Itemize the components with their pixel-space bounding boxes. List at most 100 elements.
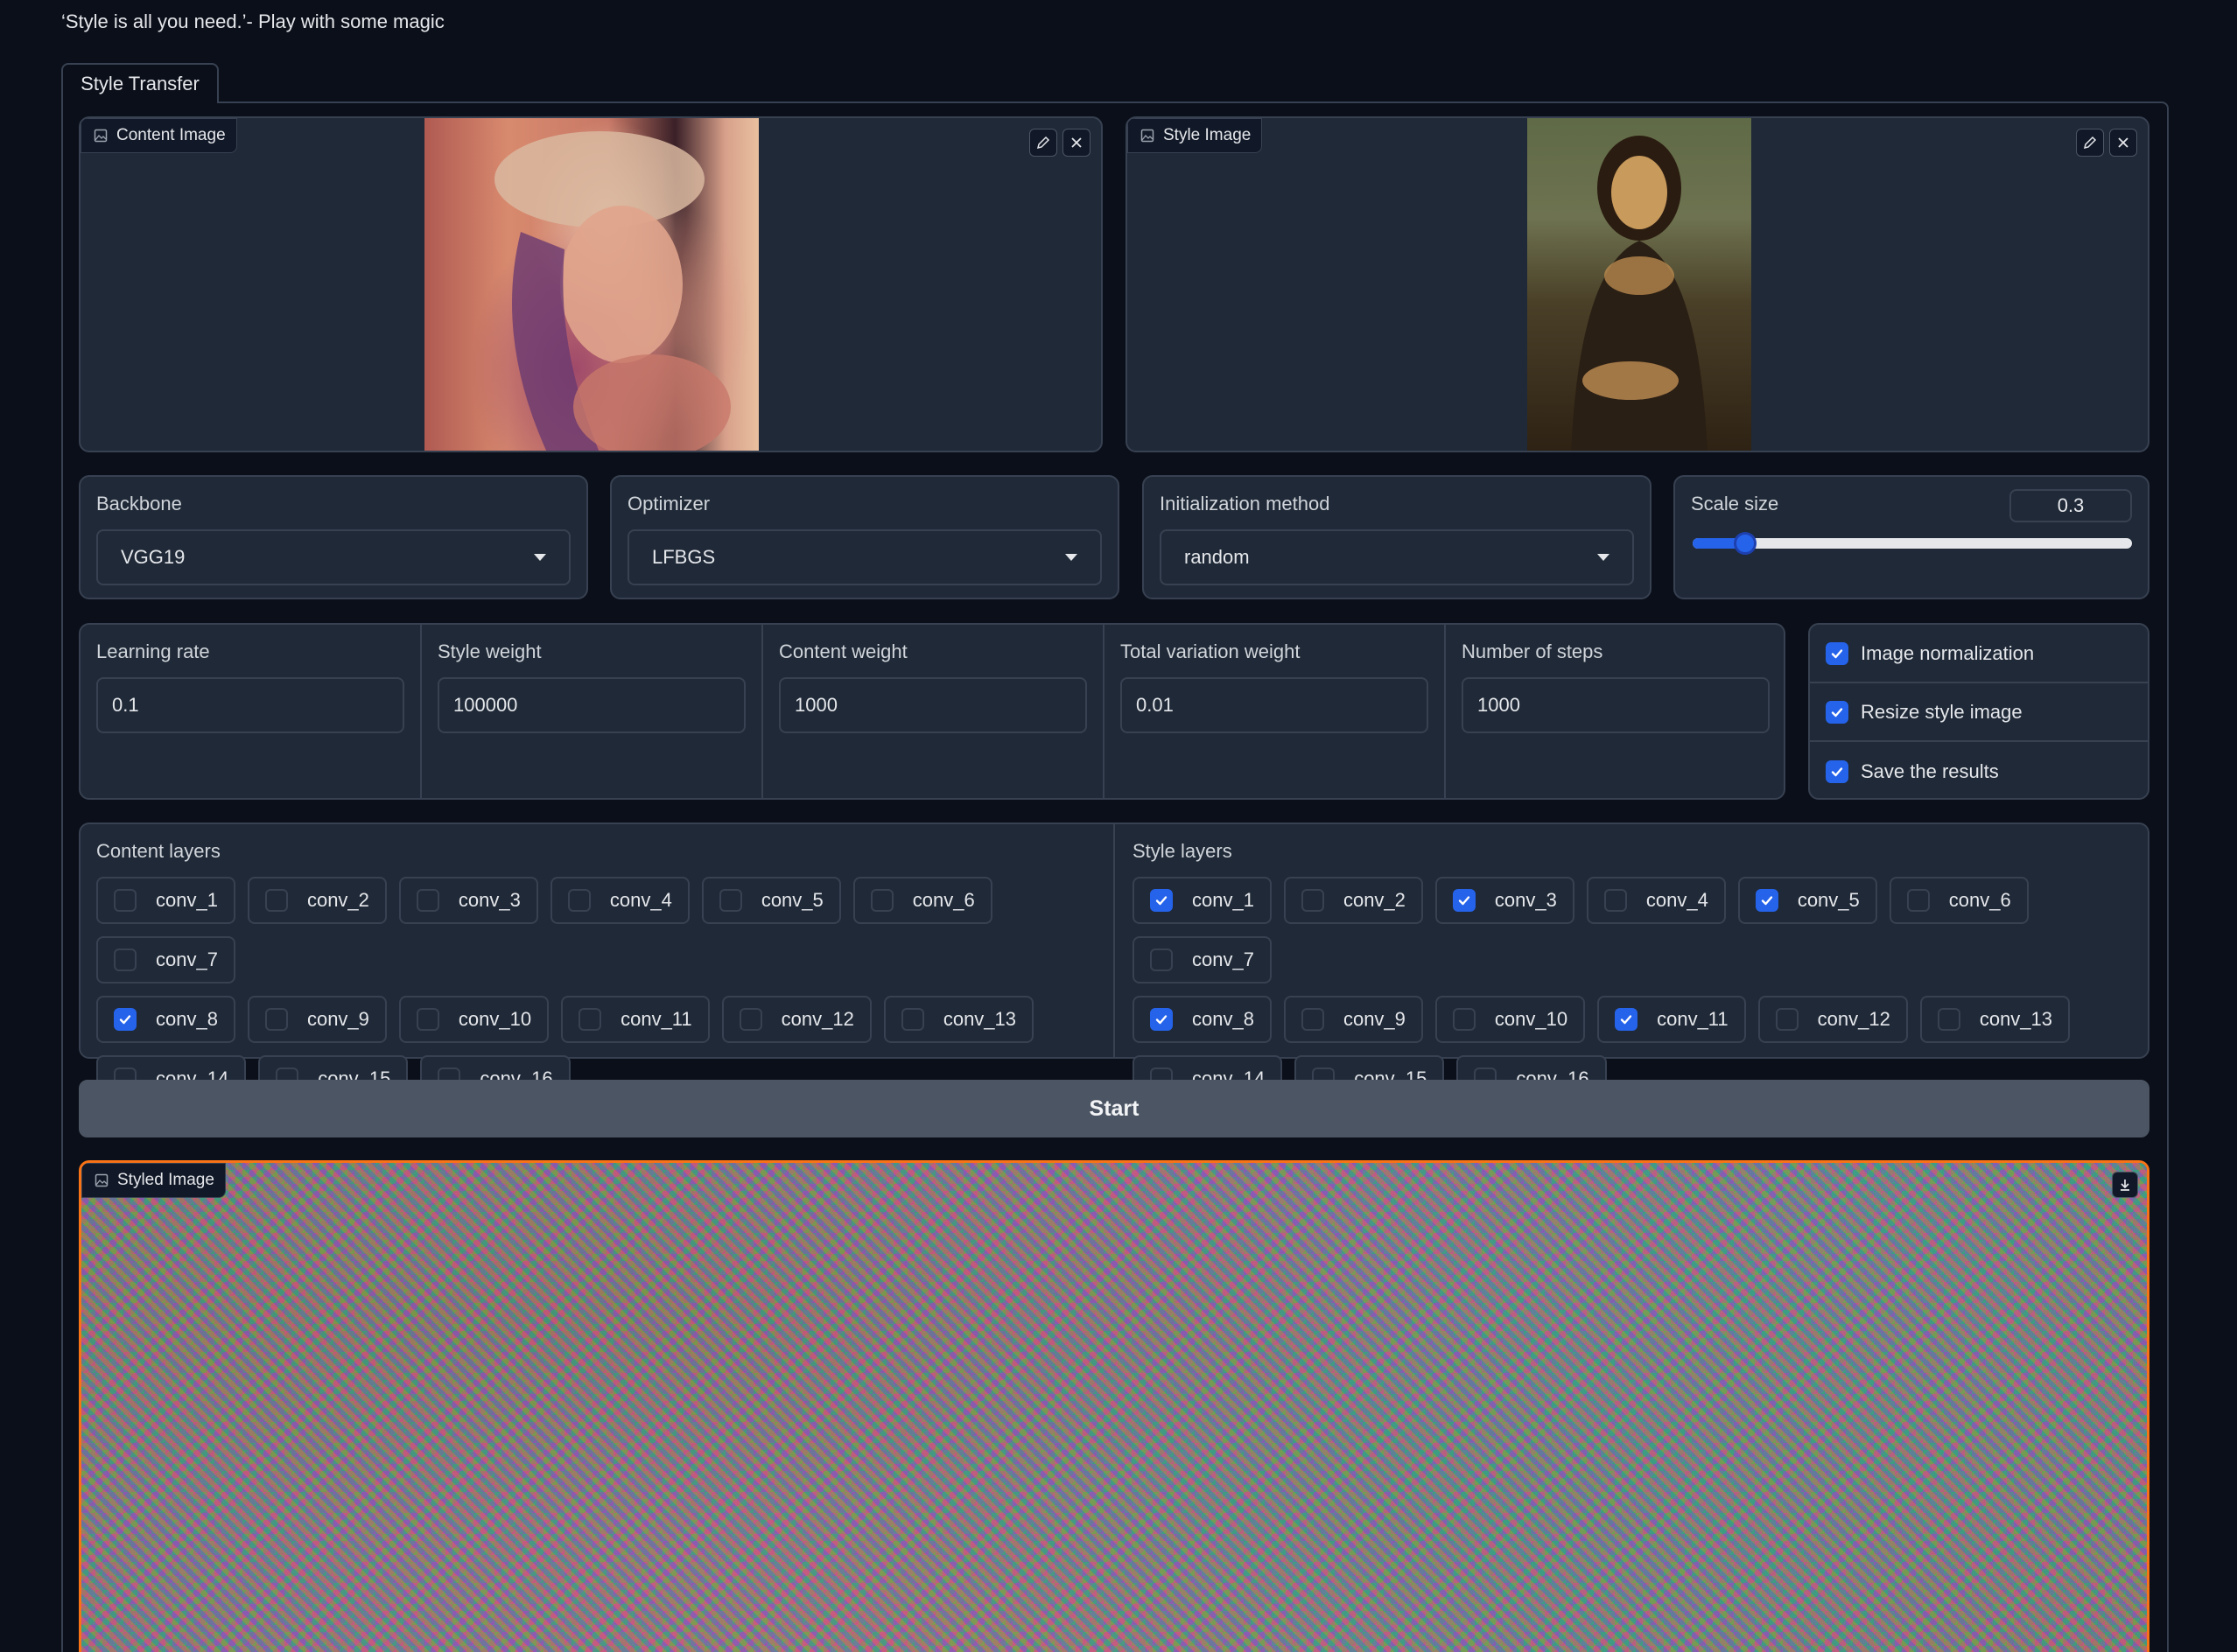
- checkbox[interactable]: [1150, 948, 1173, 971]
- checkbox[interactable]: [114, 889, 137, 912]
- checkbox[interactable]: [416, 889, 439, 912]
- content-weight-input[interactable]: 1000: [779, 677, 1087, 733]
- init-method-value: random: [1184, 546, 1250, 568]
- layer-label: conv_8: [156, 1008, 218, 1030]
- content-layer-conv-12[interactable]: conv_12: [721, 996, 872, 1043]
- close-icon: [2118, 137, 2128, 148]
- checkbox[interactable]: [1826, 760, 1848, 783]
- option-save-the-results[interactable]: Save the results: [1810, 742, 2148, 801]
- content-layer-conv-9[interactable]: conv_9: [247, 996, 387, 1043]
- checkbox[interactable]: [1301, 889, 1324, 912]
- checkbox[interactable]: [1826, 700, 1848, 724]
- backbone-value: VGG19: [121, 546, 186, 568]
- checkbox[interactable]: [1301, 1008, 1324, 1031]
- layer-label: conv_5: [761, 889, 824, 911]
- scale-size-slider-track[interactable]: [1693, 532, 2132, 555]
- scale-size-value: 0.3: [2057, 494, 2085, 516]
- option-image-normalization[interactable]: Image normalization: [1810, 625, 2148, 683]
- style-layer-conv-4[interactable]: conv_4: [1586, 877, 1726, 924]
- style-layer-conv-8[interactable]: conv_8: [1133, 996, 1272, 1043]
- layer-label: conv_7: [1192, 948, 1254, 970]
- style-layer-conv-1[interactable]: conv_1: [1133, 877, 1272, 924]
- content-layer-conv-2[interactable]: conv_2: [247, 877, 387, 924]
- checkbox[interactable]: [416, 1008, 439, 1031]
- checkbox[interactable]: [1150, 1008, 1173, 1031]
- style-layer-conv-6[interactable]: conv_6: [1889, 877, 2029, 924]
- layers-block: Content layers conv_1 conv_2 conv_3 conv_4 c…: [79, 822, 2149, 1102]
- content-layer-conv-3[interactable]: conv_3: [398, 877, 538, 924]
- style-layer-conv-9[interactable]: conv_9: [1283, 996, 1423, 1043]
- layer-label: conv_12: [1817, 1008, 1890, 1030]
- chevron-down-icon: [1065, 554, 1077, 561]
- style-layer-conv-7[interactable]: conv_7: [1133, 936, 1272, 984]
- style-layers-group: Style layers conv_1 conv_2 conv_3 conv_4 con…: [1117, 824, 2149, 1102]
- checkbox[interactable]: [1937, 1008, 1960, 1031]
- checkbox[interactable]: [567, 889, 591, 912]
- style-layer-conv-10[interactable]: conv_10: [1434, 996, 1586, 1043]
- scale-size-input[interactable]: 0.3: [2009, 489, 2132, 522]
- checkbox[interactable]: [1150, 889, 1173, 912]
- init-method-dropdown[interactable]: random: [1160, 529, 1634, 585]
- layer-label: conv_4: [1645, 889, 1708, 911]
- num-steps-input[interactable]: 1000: [1462, 677, 1770, 733]
- option-resize-style-image[interactable]: Resize style image: [1810, 683, 2148, 742]
- content-layer-conv-1[interactable]: conv_1: [96, 877, 235, 924]
- checkbox[interactable]: [264, 1008, 288, 1031]
- style-layer-conv-12[interactable]: conv_12: [1757, 996, 1908, 1043]
- content-layer-conv-4[interactable]: conv_4: [550, 877, 690, 924]
- style-layer-conv-2[interactable]: conv_2: [1283, 877, 1423, 924]
- edit-content-image-button[interactable]: [1029, 129, 1057, 157]
- tab-style-transfer[interactable]: Style Transfer: [61, 63, 219, 103]
- tv-weight-input[interactable]: 0.01: [1120, 677, 1428, 733]
- style-layer-conv-5[interactable]: conv_5: [1737, 877, 1877, 924]
- checkbox[interactable]: [1603, 889, 1627, 912]
- checkbox[interactable]: [114, 1008, 137, 1031]
- backbone-block: Backbone VGG19: [79, 475, 588, 599]
- edit-style-image-button[interactable]: [2076, 129, 2104, 157]
- style-layer-conv-13[interactable]: conv_13: [1919, 996, 2071, 1043]
- content-layer-conv-6[interactable]: conv_6: [852, 877, 992, 924]
- content-layer-conv-13[interactable]: conv_13: [883, 996, 1034, 1043]
- init-method-label: Initialization method: [1160, 493, 1330, 514]
- optimizer-dropdown[interactable]: LFBGS: [628, 529, 1102, 585]
- clear-content-image-button[interactable]: [1062, 129, 1090, 157]
- checkbox[interactable]: [901, 1008, 924, 1031]
- checkbox[interactable]: [1615, 1008, 1638, 1031]
- scale-size-slider-thumb[interactable]: [1734, 532, 1757, 555]
- content-layer-conv-10[interactable]: conv_10: [398, 996, 550, 1043]
- option-label: Resize style image: [1861, 700, 2023, 723]
- checkbox[interactable]: [264, 889, 288, 912]
- checkbox[interactable]: [1826, 641, 1848, 665]
- content-layer-conv-8[interactable]: conv_8: [96, 996, 235, 1043]
- style-image-panel[interactable]: Style Image: [1126, 116, 2149, 452]
- content-layer-conv-11[interactable]: conv_11: [561, 996, 710, 1043]
- checkbox[interactable]: [1906, 889, 1930, 912]
- content-layer-conv-7[interactable]: conv_7: [96, 936, 235, 984]
- content-image-panel[interactable]: Content Image: [79, 116, 1103, 452]
- layer-label: conv_10: [1494, 1008, 1568, 1030]
- style-weight-label: Style weight: [438, 640, 542, 662]
- learning-rate-input[interactable]: 0.1: [96, 677, 404, 733]
- checkbox[interactable]: [1452, 889, 1476, 912]
- num-steps-field: Number of steps 1000: [1446, 625, 1785, 798]
- checkbox[interactable]: [719, 889, 742, 912]
- checkbox[interactable]: [1775, 1008, 1799, 1031]
- content-image-label-text: Content Image: [116, 126, 226, 144]
- checkbox[interactable]: [1452, 1008, 1476, 1031]
- checkbox[interactable]: [579, 1008, 602, 1031]
- content-layer-conv-5[interactable]: conv_5: [701, 877, 841, 924]
- style-layer-conv-3[interactable]: conv_3: [1434, 877, 1574, 924]
- clear-style-image-button[interactable]: [2109, 129, 2137, 157]
- checkbox[interactable]: [870, 889, 894, 912]
- checkbox[interactable]: [114, 948, 137, 971]
- checkbox[interactable]: [739, 1008, 762, 1031]
- start-button[interactable]: Start: [79, 1080, 2149, 1138]
- backbone-label: Backbone: [96, 493, 182, 514]
- optimizer-value: LFBGS: [652, 546, 716, 568]
- backbone-dropdown[interactable]: VGG19: [96, 529, 571, 585]
- download-button[interactable]: [2112, 1172, 2138, 1198]
- style-weight-input[interactable]: 100000: [438, 677, 746, 733]
- checkbox[interactable]: [1755, 889, 1778, 912]
- scale-size-label: Scale size: [1691, 493, 1779, 514]
- style-layer-conv-11[interactable]: conv_11: [1597, 996, 1746, 1043]
